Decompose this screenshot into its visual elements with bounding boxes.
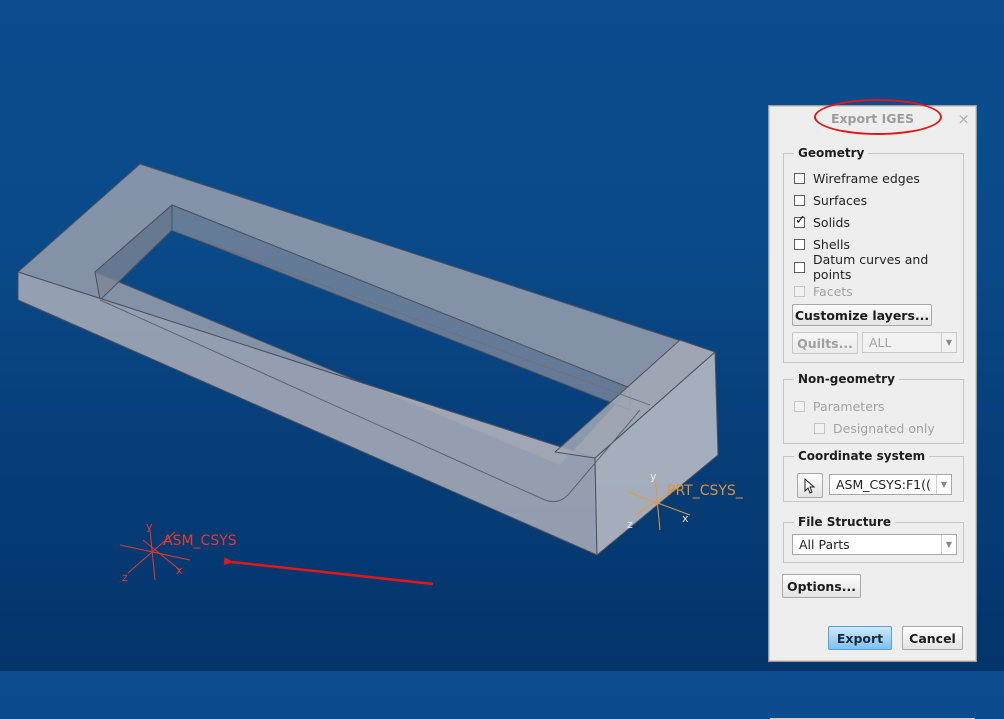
asm-axis-z: z (122, 571, 128, 584)
datum-curves-label: Datum curves and points (813, 252, 929, 282)
surfaces-checkbox[interactable] (794, 194, 805, 206)
prt-axis-y: y (650, 470, 657, 483)
coordinate-system-group: Coordinate system ASM_CSYS:F1(( ▼ (783, 448, 964, 502)
bracket-part (17, 163, 719, 556)
quilts-select-value: ALL (869, 335, 892, 350)
wireframe-edges-checkbox[interactable] (794, 172, 805, 184)
chevron-down-icon[interactable]: ▼ (936, 475, 951, 494)
option-solids[interactable]: ✓ Solids (794, 213, 850, 231)
facets-checkbox (794, 285, 805, 297)
prt-csys-label: PRT_CSYS_ (667, 483, 744, 499)
chevron-down-icon: ▼ (941, 333, 956, 352)
file-structure-select[interactable]: All Parts ▼ (792, 534, 957, 555)
prt-axis-x: x (682, 512, 689, 525)
select-csys-button[interactable] (797, 473, 823, 498)
geometry-group: Geometry Wireframe edges Surfaces ✓ Soli… (783, 145, 964, 363)
facets-label: Facets (813, 283, 853, 299)
shells-checkbox[interactable] (794, 238, 805, 250)
non-geometry-legend: Non-geometry (794, 371, 899, 387)
cursor-arrow-icon (804, 477, 816, 494)
checkmark-icon: ✓ (795, 212, 806, 228)
option-datum-curves[interactable]: Datum curves and points (794, 252, 963, 282)
solids-label: Solids (813, 214, 850, 230)
file-structure-legend: File Structure (794, 514, 896, 530)
option-parameters: Parameters (794, 397, 885, 415)
parameters-checkbox (794, 400, 805, 412)
export-button[interactable]: Export (828, 626, 892, 650)
option-designated-only: Designated only (814, 419, 935, 437)
option-wireframe-edges[interactable]: Wireframe edges (794, 169, 920, 187)
option-shells[interactable]: Shells (794, 235, 850, 253)
geometry-legend: Geometry (794, 145, 869, 161)
asm-axis-y: y (146, 520, 153, 533)
surfaces-label: Surfaces (813, 192, 868, 208)
file-structure-group: File Structure All Parts ▼ (783, 514, 964, 563)
close-icon[interactable]: × (957, 110, 970, 128)
designated-only-label: Designated only (833, 420, 935, 436)
coordinate-system-value: ASM_CSYS:F1(( (836, 477, 931, 492)
option-facets: Facets (794, 282, 853, 300)
parameters-label: Parameters (813, 398, 885, 414)
options-button[interactable]: Options... (782, 574, 861, 598)
export-iges-dialog: Export IGES × Geometry Wireframe edges S… (768, 99, 977, 719)
chevron-down-icon[interactable]: ▼ (941, 535, 956, 554)
cancel-button[interactable]: Cancel (902, 626, 963, 650)
designated-only-checkbox (814, 422, 825, 434)
quilts-button: Quilts... (792, 332, 858, 354)
wireframe-edges-label: Wireframe edges (813, 170, 920, 186)
non-geometry-group: Non-geometry Parameters Designated only (783, 371, 964, 444)
prt-axis-z: z (627, 518, 633, 531)
asm-axis-x: x (176, 564, 183, 577)
solids-checkbox[interactable]: ✓ (794, 213, 806, 228)
coordinate-system-legend: Coordinate system (794, 448, 930, 464)
datum-curves-checkbox[interactable] (794, 261, 805, 273)
asm-csys-label: ASM_CSYS (163, 533, 237, 549)
annotation-arrow (223, 557, 434, 586)
customize-layers-button[interactable]: Customize layers... (792, 304, 932, 326)
shells-label: Shells (813, 236, 851, 252)
option-surfaces[interactable]: Surfaces (794, 191, 867, 209)
coordinate-system-select[interactable]: ASM_CSYS:F1(( ▼ (829, 474, 952, 495)
file-structure-value: All Parts (799, 537, 850, 552)
title-highlight-oval (814, 99, 942, 135)
quilts-select: ALL ▼ (862, 332, 957, 353)
